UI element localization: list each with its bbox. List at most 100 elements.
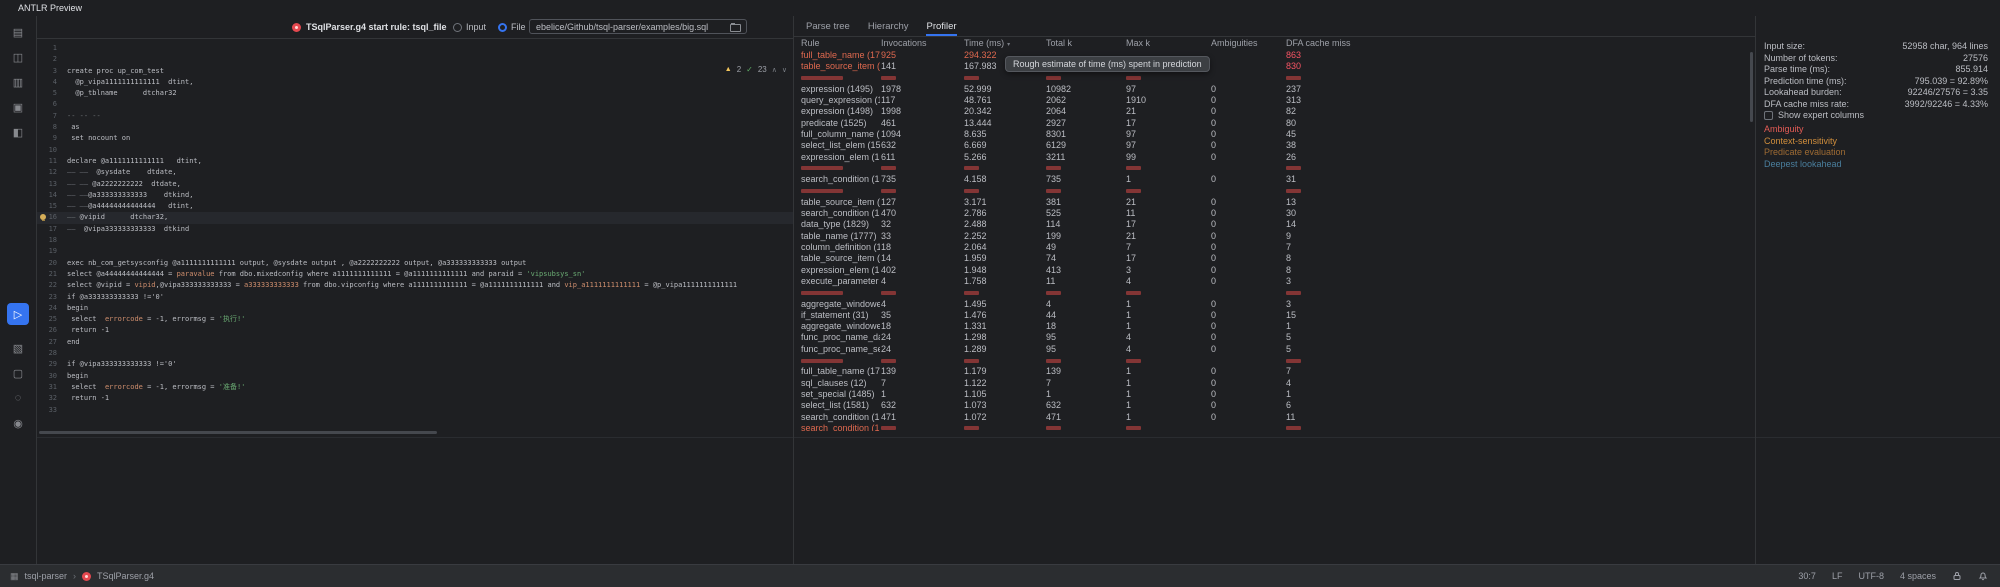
code-line[interactable]: 8 as (37, 122, 793, 133)
code-line[interactable]: 14—— ——@a333333333333 dtkind, (37, 190, 793, 201)
input-radio[interactable]: Input (453, 22, 486, 32)
encoding-widget[interactable]: UTF-8 (1858, 571, 1884, 581)
code-line[interactable]: 27end (37, 337, 793, 348)
code-line[interactable]: 16—— @vipid dtchar32, (37, 212, 793, 223)
tab-profiler[interactable]: Profiler (926, 16, 956, 36)
profiler-row[interactable]: select_list (1581)6321.073632106 (794, 400, 1756, 411)
column-header-total-k[interactable]: Total k (1046, 38, 1122, 48)
column-header-ambiguities[interactable]: Ambiguities (1211, 38, 1281, 48)
breadcrumb-file[interactable]: TSqlParser.g4 (97, 571, 154, 581)
code-line[interactable]: 13—— —— @a2222222222 dtdate, (37, 179, 793, 190)
profiler-row[interactable]: func_proc_name_data…241.29895405 (794, 332, 1756, 343)
code-line[interactable]: 4 @p_vipa1111111111111 dtint, (37, 77, 793, 88)
commit-icon[interactable]: ◫ (7, 46, 29, 68)
code-line[interactable]: 18 (37, 235, 793, 246)
checkbox-icon[interactable] (1764, 111, 1773, 120)
profiler-vertical-scrollbar[interactable] (1750, 52, 1753, 122)
code-line[interactable]: 28 (37, 348, 793, 359)
profiler-row[interactable]: search_condition (1517)4702.78652511030 (794, 208, 1756, 219)
horizontal-scrollbar[interactable] (39, 431, 437, 434)
code-line[interactable]: 32 return -1 (37, 393, 793, 404)
code-line[interactable]: 23if @a333333333333 !='0' (37, 292, 793, 303)
profiler-row[interactable]: expression_elem (1590)6115.266321199026 (794, 152, 1756, 163)
tab-hierarchy[interactable]: Hierarchy (868, 16, 909, 36)
profiler-row[interactable]: func_proc_name_serv…241.28995405 (794, 344, 1756, 355)
code-line[interactable]: 31 select errorcode = -1, errormsg = '准备… (37, 382, 793, 393)
profiler-row[interactable]: full_table_name (1773)1391.179139107 (794, 366, 1756, 377)
profiler-row[interactable]: if_statement (31)351.476441015 (794, 310, 1756, 321)
profiler-row[interactable]: set_special (1485)11.1051101 (794, 389, 1756, 400)
profiler-row[interactable]: data_type (1829)322.48811417014 (794, 219, 1756, 230)
code-line[interactable]: 21select @a44444444444444 = paravalue fr… (37, 269, 793, 280)
structure-icon[interactable]: ▥ (7, 71, 29, 93)
code-line[interactable]: 3create proc up_com_test (37, 66, 793, 77)
code-line[interactable]: 11declare @a1111111111111 dtint, (37, 156, 793, 167)
caret-position-widget[interactable]: 30:7 (1798, 571, 1816, 581)
file-radio[interactable]: File (498, 22, 526, 32)
tab-parse-tree[interactable]: Parse tree (806, 16, 850, 36)
profiler-row[interactable] (794, 287, 1756, 298)
show-expert-columns-option[interactable]: Show expert columns (1764, 110, 1864, 120)
column-header-invocations[interactable]: Invocations (881, 38, 959, 48)
profiler-row[interactable]: column_definition (1421)182.06449707 (794, 242, 1756, 253)
profiler-row[interactable]: table_name (1777)332.2521992109 (794, 231, 1756, 242)
code-line[interactable]: 1 (37, 43, 793, 54)
profiler-row[interactable]: search_condition (1519)7354.1587351031 (794, 174, 1756, 185)
profiler-row[interactable] (794, 163, 1756, 174)
code-editor[interactable]: ▲ 2 ✓ 23 ∧ ∨ 123create proc up_com_test4… (37, 39, 793, 565)
file-path-input[interactable]: ebelice/Github/tsql-parser/examples/big.… (529, 19, 747, 34)
profiler-row[interactable]: predicate (1525)46113.444292717080 (794, 118, 1756, 129)
code-line[interactable]: 24begin (37, 303, 793, 314)
column-header-dfa-cache-miss[interactable]: DFA cache miss (1286, 38, 1376, 48)
code-line[interactable]: 19 (37, 246, 793, 257)
readonly-lock-icon[interactable] (1952, 571, 1962, 581)
notifications-icon[interactable]: ◉ (7, 412, 29, 434)
profiler-row[interactable]: execute_parameter (1…41.75811403 (794, 276, 1756, 287)
services-icon[interactable]: ◌ (7, 387, 29, 409)
breadcrumb-project[interactable]: tsql-parser (25, 571, 68, 581)
profiler-row[interactable]: select_list_elem (1592)6326.669612997038 (794, 140, 1756, 151)
project-icon[interactable]: ▤ (7, 21, 29, 43)
profiler-row[interactable]: search_condition (1516)4711.0724711011 (794, 412, 1756, 423)
profiler-row[interactable]: table_source_item (16…141167.983830 (794, 61, 1756, 72)
profiler-row[interactable] (794, 73, 1756, 84)
code-line[interactable]: 12—— —— @sysdate dtdate, (37, 167, 793, 178)
bookmarks-icon[interactable]: ▣ (7, 96, 29, 118)
code-line[interactable]: 6 (37, 99, 793, 110)
column-header-max-k[interactable]: Max k (1126, 38, 1206, 48)
code-line[interactable]: 2 (37, 54, 793, 65)
code-line[interactable]: 25 select errorcode = -1, errormsg = '执行… (37, 314, 793, 325)
line-ending-widget[interactable]: LF (1832, 571, 1843, 581)
profiler-row[interactable]: full_table_name (1775)925294.322863 (794, 50, 1756, 61)
code-line[interactable]: 33 (37, 405, 793, 416)
profiler-row[interactable]: expression_elem (1589)4021.948413308 (794, 265, 1756, 276)
find-icon[interactable]: ◧ (7, 121, 29, 143)
code-line[interactable]: 5 @p_tblname dtchar32 (37, 88, 793, 99)
code-line[interactable]: 7-- -- -- (37, 111, 793, 122)
code-line[interactable]: 30begin (37, 371, 793, 382)
profiler-row[interactable]: table_source_item (15…1273.17138121013 (794, 197, 1756, 208)
profiler-row[interactable]: expression (1495)197852.99910982970237 (794, 84, 1756, 95)
profiler-row[interactable]: full_column_name (17…10948.635830197045 (794, 129, 1756, 140)
code-line[interactable]: 17—— @vipa333333333333 dtkind (37, 224, 793, 235)
profiler-row[interactable] (794, 355, 1756, 366)
profiler-row[interactable]: aggregate_windowed…181.33118101 (794, 321, 1756, 332)
profiler-row[interactable]: expression (1498)199820.342206421082 (794, 106, 1756, 117)
code-line[interactable]: 20exec nb_com_getsysconfig @a11111111111… (37, 258, 793, 269)
notifications-bell-icon[interactable] (1978, 571, 1988, 581)
profiler-row[interactable]: table_source_item (15…141.959741708 (794, 253, 1756, 264)
code-line[interactable]: 22select @vipid = vipid,@vipa33333333333… (37, 280, 793, 291)
code-line[interactable]: 10 (37, 145, 793, 156)
column-header-time[interactable]: Time (ms)▾ (964, 38, 1042, 48)
profiler-row[interactable]: aggregate_windowed…41.4954103 (794, 299, 1756, 310)
indent-widget[interactable]: 4 spaces (1900, 571, 1936, 581)
code-line[interactable]: 15—— ——@a44444444444444 dtint, (37, 201, 793, 212)
profiler-row[interactable] (794, 186, 1756, 197)
column-header-rule[interactable]: Rule (801, 38, 880, 48)
code-line[interactable]: 9 set nocount on (37, 133, 793, 144)
profiler-row[interactable]: search_condition (15… (794, 423, 1756, 431)
profiler-row[interactable]: query_expression (1527)11748.76120621910… (794, 95, 1756, 106)
intention-bulb-icon[interactable] (40, 214, 46, 220)
code-line[interactable]: 26 return -1 (37, 325, 793, 336)
problems-icon[interactable]: ▧ (7, 337, 29, 359)
